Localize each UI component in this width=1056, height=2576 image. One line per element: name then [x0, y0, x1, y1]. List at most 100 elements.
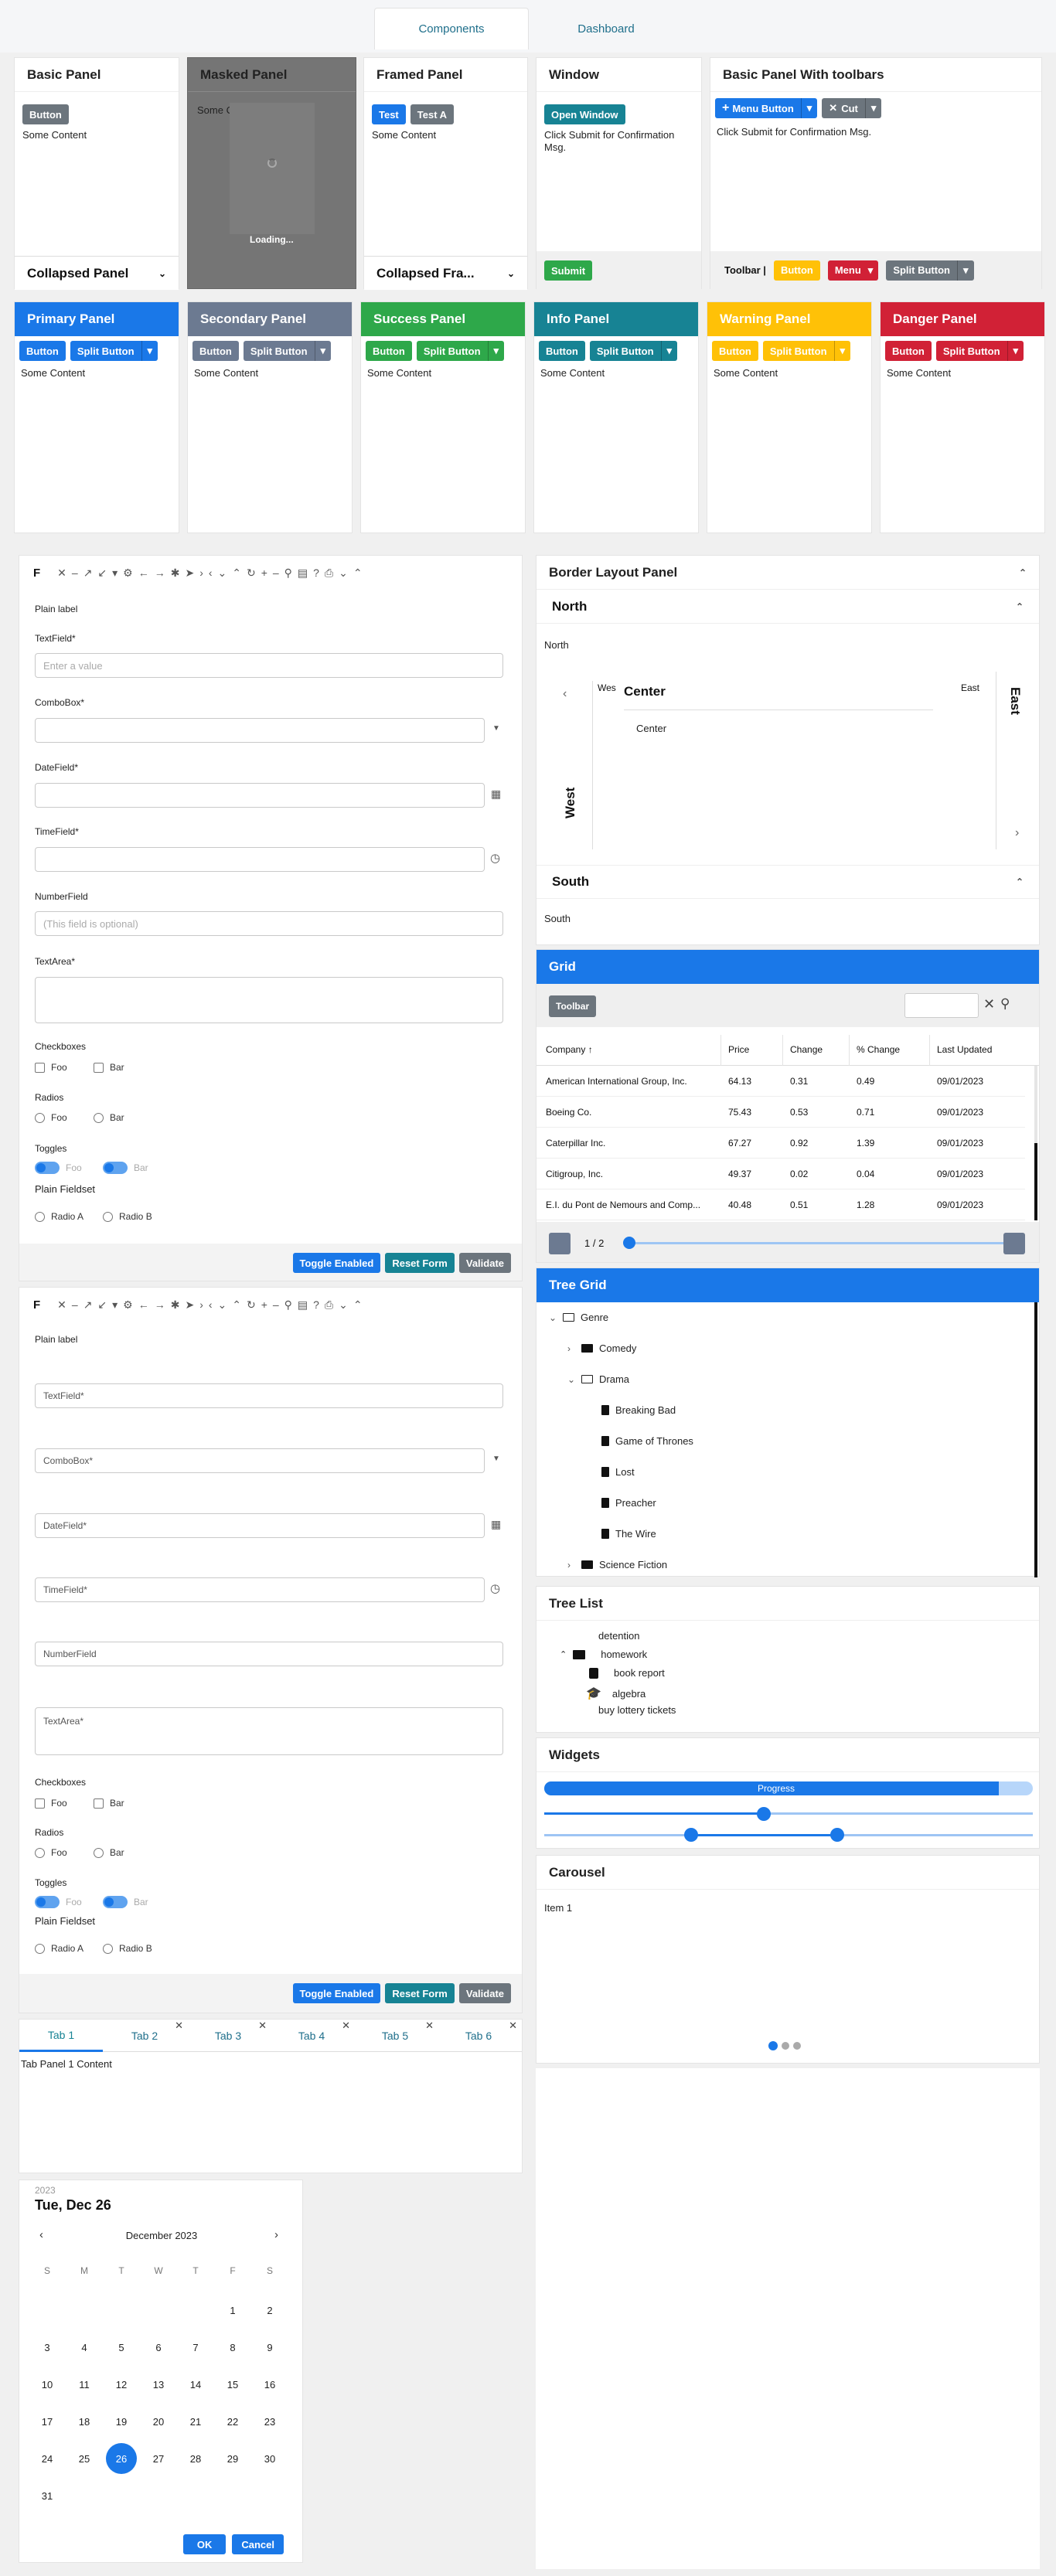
- tab-dashboard[interactable]: Dashboard: [529, 8, 683, 49]
- carousel-dot[interactable]: [782, 2042, 789, 2050]
- calendar-day[interactable]: 17: [32, 2406, 63, 2437]
- chevron-up-icon[interactable]: ⌃: [1016, 876, 1024, 887]
- submit-button[interactable]: Submit: [544, 260, 593, 281]
- radio-foo[interactable]: Foo: [35, 1112, 67, 1123]
- carousel-dot-active[interactable]: [768, 2041, 778, 2050]
- calendar-day[interactable]: 9: [254, 2332, 285, 2363]
- toggle-foo[interactable]: Foo: [35, 1896, 82, 1908]
- chevron-down-icon[interactable]: ⌄: [567, 1374, 575, 1385]
- tree-node[interactable]: The Wire: [601, 1528, 656, 1540]
- column-header[interactable]: % Change: [857, 1044, 900, 1055]
- chevron-right-icon[interactable]: ›: [567, 1560, 575, 1570]
- caret-down-icon[interactable]: ▾: [487, 341, 505, 361]
- split-button[interactable]: Split Button ▾: [935, 341, 1024, 361]
- calendar-day[interactable]: 23: [254, 2406, 285, 2437]
- button[interactable]: Button: [712, 341, 758, 361]
- validate-button[interactable]: Validate: [458, 1983, 511, 2003]
- calendar-day[interactable]: 4: [69, 2332, 100, 2363]
- toolbar-menu-button[interactable]: Menu ▾: [827, 260, 879, 281]
- column-header[interactable]: Last Updated: [937, 1044, 992, 1055]
- tree-item-detention[interactable]: detention: [598, 1630, 640, 1642]
- calendar-day[interactable]: 16: [254, 2369, 285, 2400]
- toggle-enabled-button[interactable]: Toggle Enabled: [292, 1253, 381, 1273]
- calendar-day[interactable]: 5: [106, 2332, 137, 2363]
- caret-down-icon[interactable]: ▾: [956, 260, 974, 281]
- calendar-day[interactable]: 31: [32, 2480, 63, 2511]
- table-row[interactable]: Caterpillar Inc. 67.27 0.92 1.39 09/01/2023: [537, 1128, 1025, 1159]
- split-button[interactable]: Split Button ▾: [243, 341, 332, 361]
- radio-bar[interactable]: Bar: [94, 1112, 124, 1123]
- tree-node[interactable]: ⌄ Genre: [549, 1312, 608, 1323]
- collapse-right-icon[interactable]: ›: [1015, 826, 1019, 840]
- radio-b[interactable]: Radio B: [103, 1211, 152, 1222]
- tree-node[interactable]: Breaking Bad: [601, 1404, 676, 1416]
- calendar-day[interactable]: 20: [143, 2406, 174, 2437]
- calendar-day[interactable]: 1: [217, 2295, 248, 2326]
- reset-form-button[interactable]: Reset Form: [385, 1253, 455, 1273]
- cut-button[interactable]: ✕ Cut ▾: [822, 98, 882, 118]
- grid-scrollbar[interactable]: [1034, 1066, 1037, 1220]
- tab-4[interactable]: Tab 4 ✕: [270, 2020, 353, 2052]
- column-divider[interactable]: [782, 1035, 783, 1066]
- tree-node[interactable]: Game of Thrones: [601, 1435, 693, 1447]
- combobox-input[interactable]: ComboBox*: [35, 1448, 485, 1473]
- checkbox-bar[interactable]: Bar: [94, 1062, 124, 1073]
- test-a-button[interactable]: Test A: [410, 104, 455, 124]
- calendar-year[interactable]: 2023: [35, 2185, 56, 2196]
- carousel-dot[interactable]: [793, 2042, 801, 2050]
- page-slider[interactable]: [628, 1242, 1013, 1244]
- chevron-right-icon[interactable]: ›: [567, 1343, 575, 1354]
- textarea-input[interactable]: [35, 977, 503, 1023]
- split-button[interactable]: Split Button ▾: [416, 341, 505, 361]
- toolbar-icons[interactable]: ✕–↗↙▾⚙←→✱➤›‹⌄⌃↻+–⚲▤?⎙⌄⌃: [57, 1298, 367, 1312]
- calendar-day[interactable]: 15: [217, 2369, 248, 2400]
- timefield-input[interactable]: TimeField*: [35, 1577, 485, 1602]
- split-button[interactable]: Split Button ▾: [762, 341, 851, 361]
- radio-b[interactable]: Radio B: [103, 1943, 152, 1954]
- tab-2[interactable]: Tab 2 ✕: [103, 2020, 186, 2052]
- checkbox-foo[interactable]: Foo: [35, 1062, 67, 1073]
- chevron-up-icon[interactable]: ⌃: [1019, 567, 1027, 578]
- range-slider[interactable]: [544, 1834, 1033, 1836]
- collapsed-framed-header[interactable]: Collapsed Fra... ⌄: [364, 256, 527, 290]
- toggle-foo[interactable]: Foo: [35, 1162, 82, 1174]
- clock-icon[interactable]: ◷: [490, 1581, 500, 1595]
- table-row[interactable]: Citigroup, Inc. 49.37 0.02 0.04 09/01/2023: [537, 1159, 1025, 1189]
- calendar-day[interactable]: 28: [180, 2443, 211, 2474]
- cancel-button[interactable]: Cancel: [232, 2534, 284, 2554]
- checkbox-foo[interactable]: Foo: [35, 1798, 67, 1809]
- tree-node[interactable]: ⌄ Drama: [567, 1373, 629, 1385]
- calendar-day[interactable]: 30: [254, 2443, 285, 2474]
- calendar-day[interactable]: 19: [106, 2406, 137, 2437]
- grid-search-input[interactable]: [904, 993, 979, 1018]
- caret-down-icon[interactable]: ▾: [314, 341, 332, 361]
- calendar-day[interactable]: 29: [217, 2443, 248, 2474]
- close-icon[interactable]: ✕: [425, 2020, 434, 2032]
- calendar-day[interactable]: 22: [217, 2406, 248, 2437]
- tab-components[interactable]: Components: [374, 8, 529, 49]
- search-icon[interactable]: ⚲: [1000, 996, 1010, 1012]
- textfield-input[interactable]: Enter a value: [35, 653, 503, 678]
- page-slider-thumb[interactable]: [623, 1237, 635, 1249]
- calendar-day[interactable]: 14: [180, 2369, 211, 2400]
- toolbar-split-button[interactable]: Split Button ▾: [886, 260, 974, 281]
- tree-item-algebra[interactable]: 🎓 algebra: [586, 1686, 646, 1701]
- tree-item-homework[interactable]: ⌃ homework: [560, 1649, 647, 1660]
- button[interactable]: Button: [22, 104, 69, 124]
- toolbar-icons[interactable]: ✕–↗↙▾⚙←→✱➤›‹⌄⌃↻+–⚲▤?⎙⌄⌃: [57, 567, 367, 580]
- close-icon[interactable]: ✕: [983, 996, 995, 1012]
- button[interactable]: Button: [539, 341, 585, 361]
- column-divider[interactable]: [929, 1035, 930, 1066]
- open-window-button[interactable]: Open Window: [544, 104, 625, 124]
- ok-button[interactable]: OK: [182, 2534, 227, 2554]
- textfield-input[interactable]: TextField*: [35, 1383, 503, 1408]
- toggle-enabled-button[interactable]: Toggle Enabled: [292, 1983, 381, 2003]
- column-header[interactable]: Change: [790, 1044, 823, 1055]
- chevron-down-icon[interactable]: ⌄: [158, 268, 166, 279]
- table-row[interactable]: E.I. du Pont de Nemours and Comp... 40.48…: [537, 1189, 1025, 1220]
- slider[interactable]: [544, 1812, 1033, 1815]
- close-icon[interactable]: ✕: [258, 2020, 267, 2032]
- radio-foo[interactable]: Foo: [35, 1847, 67, 1858]
- tree-node[interactable]: Preacher: [601, 1497, 656, 1509]
- radio-a[interactable]: Radio A: [35, 1211, 83, 1222]
